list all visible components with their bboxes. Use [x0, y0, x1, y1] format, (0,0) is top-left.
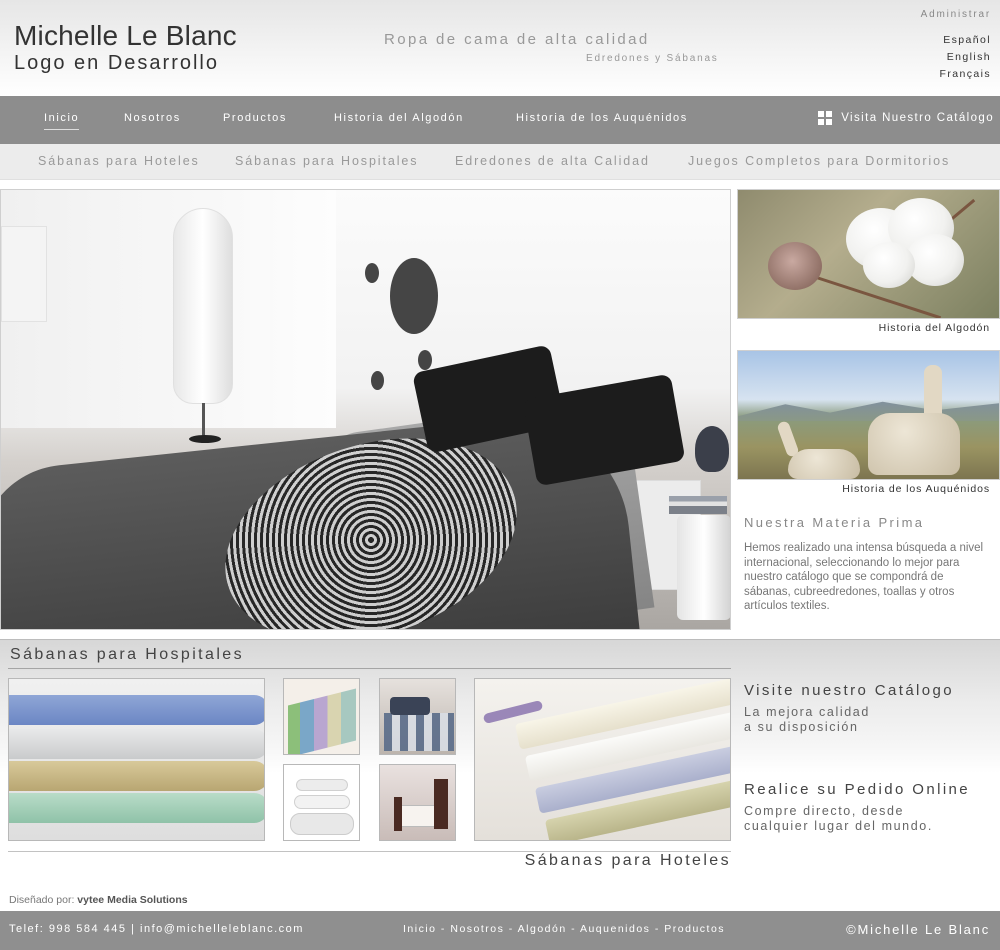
hotel-sheets-title[interactable]: Sábanas para Hoteles	[525, 852, 731, 870]
footer-email-link[interactable]: info@michelleleblanc.com	[140, 923, 304, 935]
hospital-sheets-title[interactable]: Sábanas para Hospitales	[10, 646, 244, 664]
catalog-link[interactable]: Visita Nuestro Catálogo	[818, 111, 994, 125]
language-english-link[interactable]: English	[940, 49, 991, 66]
alpaca	[788, 449, 860, 479]
visit-catalog-line2: a su disposición	[744, 720, 859, 734]
floor-lamp	[173, 208, 233, 404]
designer-credit: Diseñado por: vytee Media Solutions	[9, 894, 188, 906]
visit-catalog-title[interactable]: Visite nuestro Catálogo	[744, 682, 954, 699]
site-header: Michelle Le Blanc Logo en Desarrollo Rop…	[0, 0, 1000, 96]
alpaca	[868, 413, 960, 475]
language-french-link[interactable]: Français	[940, 66, 991, 83]
language-selector: Español English Français	[940, 32, 991, 83]
wall-decor-dot	[390, 258, 438, 334]
sidebar-heading: Nuestra Materia Prima	[744, 515, 925, 530]
brand-name[interactable]: Michelle Le Blanc	[14, 20, 237, 52]
books	[669, 496, 727, 514]
designer-credit-label: Diseñado por:	[9, 894, 75, 906]
alpaca-image[interactable]	[737, 350, 1000, 480]
order-online-line2: cualquier lugar del mundo.	[744, 819, 933, 833]
visit-catalog-line1: La mejora calidad	[744, 705, 870, 719]
footer-contact: Telef: 998 584 445 | info@michelleleblan…	[9, 923, 304, 935]
order-online-line1: Compre directo, desde	[744, 804, 905, 818]
footer-links: Inicio - Nosotros - Algodón - Auquenidos…	[403, 923, 726, 935]
alpaca-history-caption[interactable]: Historia de los Auquénidos	[842, 483, 990, 495]
nav-item-nosotros[interactable]: Nosotros	[124, 112, 181, 124]
nav-item-historia-auquenidos[interactable]: Historia de los Auquénidos	[516, 112, 688, 124]
hero-bedroom-image	[0, 189, 731, 630]
wall-decor-dot	[371, 371, 384, 390]
wall-decor-dot	[418, 350, 432, 370]
footer-link-productos[interactable]: Productos	[664, 923, 725, 935]
category-sabanas-hospitales[interactable]: Sábanas para Hospitales	[235, 154, 418, 168]
language-spanish-link[interactable]: Español	[940, 32, 991, 49]
table-lamp	[695, 426, 729, 472]
nightstand	[677, 515, 730, 620]
plaid-bed-thumbnail[interactable]	[379, 678, 456, 755]
wall-decor-dot	[365, 263, 379, 283]
footer-link-inicio[interactable]: Inicio	[403, 923, 437, 935]
footer-link-algodon[interactable]: Algodón	[518, 923, 567, 935]
footer-link-nosotros[interactable]: Nosotros	[450, 923, 504, 935]
order-online-title[interactable]: Realice su Pedido Online	[744, 781, 970, 798]
sidebar-text: Hemos realizado una intensa búsqueda a n…	[744, 542, 984, 612]
cotton-image[interactable]	[737, 189, 1000, 319]
footer-phone: Telef: 998 584 445	[9, 923, 127, 935]
folded-linens-image[interactable]	[474, 678, 731, 841]
site-footer: Telef: 998 584 445 | info@michelleleblan…	[0, 911, 1000, 950]
admin-link[interactable]: Administrar	[921, 9, 991, 20]
nav-item-historia-algodon[interactable]: Historia del Algodón	[334, 112, 464, 124]
category-sabanas-hoteles[interactable]: Sábanas para Hoteles	[38, 154, 200, 168]
nav-item-productos[interactable]: Productos	[223, 112, 287, 124]
bedroom-set-thumbnail[interactable]	[379, 764, 456, 841]
divider	[8, 668, 731, 669]
category-juegos-dormitorios[interactable]: Juegos Completos para Dormitorios	[688, 154, 950, 168]
colored-sheets-thumbnail[interactable]	[283, 678, 360, 755]
grid-icon	[818, 111, 833, 125]
designer-credit-company[interactable]: vytee Media Solutions	[77, 894, 187, 906]
pillows-thumbnail[interactable]	[283, 764, 360, 841]
catalog-link-label: Visita Nuestro Catálogo	[841, 112, 994, 124]
site-tagline: Ropa de cama de alta calidad	[384, 31, 650, 48]
footer-link-auquenidos[interactable]: Auquenidos	[580, 923, 650, 935]
cotton-history-caption[interactable]: Historia del Algodón	[879, 322, 990, 334]
main-nav: Inicio Nosotros Productos Historia del A…	[0, 96, 1000, 144]
category-nav: Sábanas para Hoteles Sábanas para Hospit…	[0, 144, 1000, 180]
cotton-boll	[768, 242, 822, 290]
folded-sheets-image[interactable]	[8, 678, 265, 841]
mountains	[738, 401, 999, 421]
nav-item-inicio[interactable]: Inicio	[44, 112, 80, 130]
category-edredones[interactable]: Edredones de alta Calidad	[455, 154, 650, 168]
brand-logo-text[interactable]: Logo en Desarrollo	[14, 52, 219, 75]
window-frame	[1, 226, 47, 322]
site-subtagline: Edredones y Sábanas	[586, 53, 719, 64]
footer-copyright: ©Michelle Le Blanc	[846, 922, 990, 937]
